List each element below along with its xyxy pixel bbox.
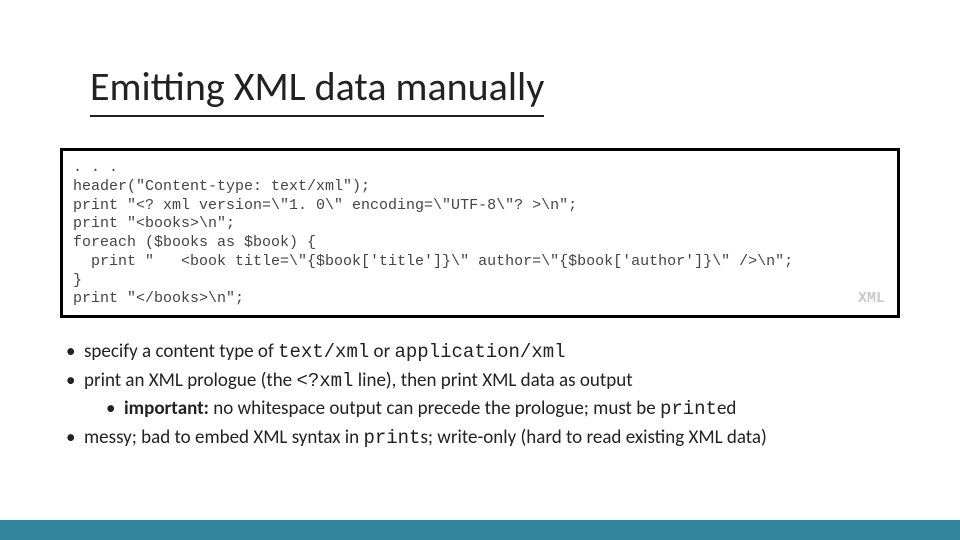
code-block: . . . header("Content-type: text/xml"); …: [60, 148, 900, 318]
inline-code: application/xml: [395, 341, 566, 363]
inline-code: text/xml: [278, 341, 369, 363]
code-line: print "<books>\n";: [73, 215, 887, 234]
bullet-text: no whitespace output can precede the pro…: [209, 397, 660, 420]
code-language-tag: XML: [858, 290, 885, 309]
bullet-subitem: important: no whitespace output can prec…: [100, 395, 900, 424]
code-line: print " <book title=\"{$book['title']}\"…: [73, 253, 887, 272]
code-line: foreach ($books as $book) {: [73, 234, 887, 253]
bullet-item: messy; bad to embed XML syntax in prints…: [60, 424, 900, 453]
code-line: }: [73, 272, 887, 291]
bullet-emphasis: important:: [124, 397, 209, 420]
code-line: . . .: [73, 159, 887, 178]
bullet-text: line), then print XML data as output: [353, 369, 632, 392]
bullet-item: print an XML prologue (the <?xml line), …: [60, 367, 900, 424]
inline-code: print: [363, 427, 420, 449]
inline-code: print: [660, 398, 717, 420]
bullet-text: print an XML prologue (the: [84, 369, 296, 392]
bullet-text: messy; bad to embed XML syntax in: [84, 426, 363, 449]
bullet-text: specify a content type of: [84, 340, 278, 363]
slide: Emitting XML data manually . . . header(…: [0, 0, 960, 540]
code-line: header("Content-type: text/xml");: [73, 178, 887, 197]
footer-accent-bar: [0, 520, 960, 540]
code-line: print "</books>\n";: [73, 290, 887, 309]
bullet-text: or: [369, 340, 394, 363]
bullet-text: ed: [717, 397, 736, 420]
inline-code: <?xml: [296, 370, 353, 392]
bullet-list: specify a content type of text/xml or ap…: [60, 338, 900, 452]
slide-title: Emitting XML data manually: [90, 62, 544, 117]
bullet-item: specify a content type of text/xml or ap…: [60, 338, 900, 367]
code-line: print "<? xml version=\"1. 0\" encoding=…: [73, 197, 887, 216]
bullet-text: s; write-only (hard to read existing XML…: [420, 426, 766, 449]
